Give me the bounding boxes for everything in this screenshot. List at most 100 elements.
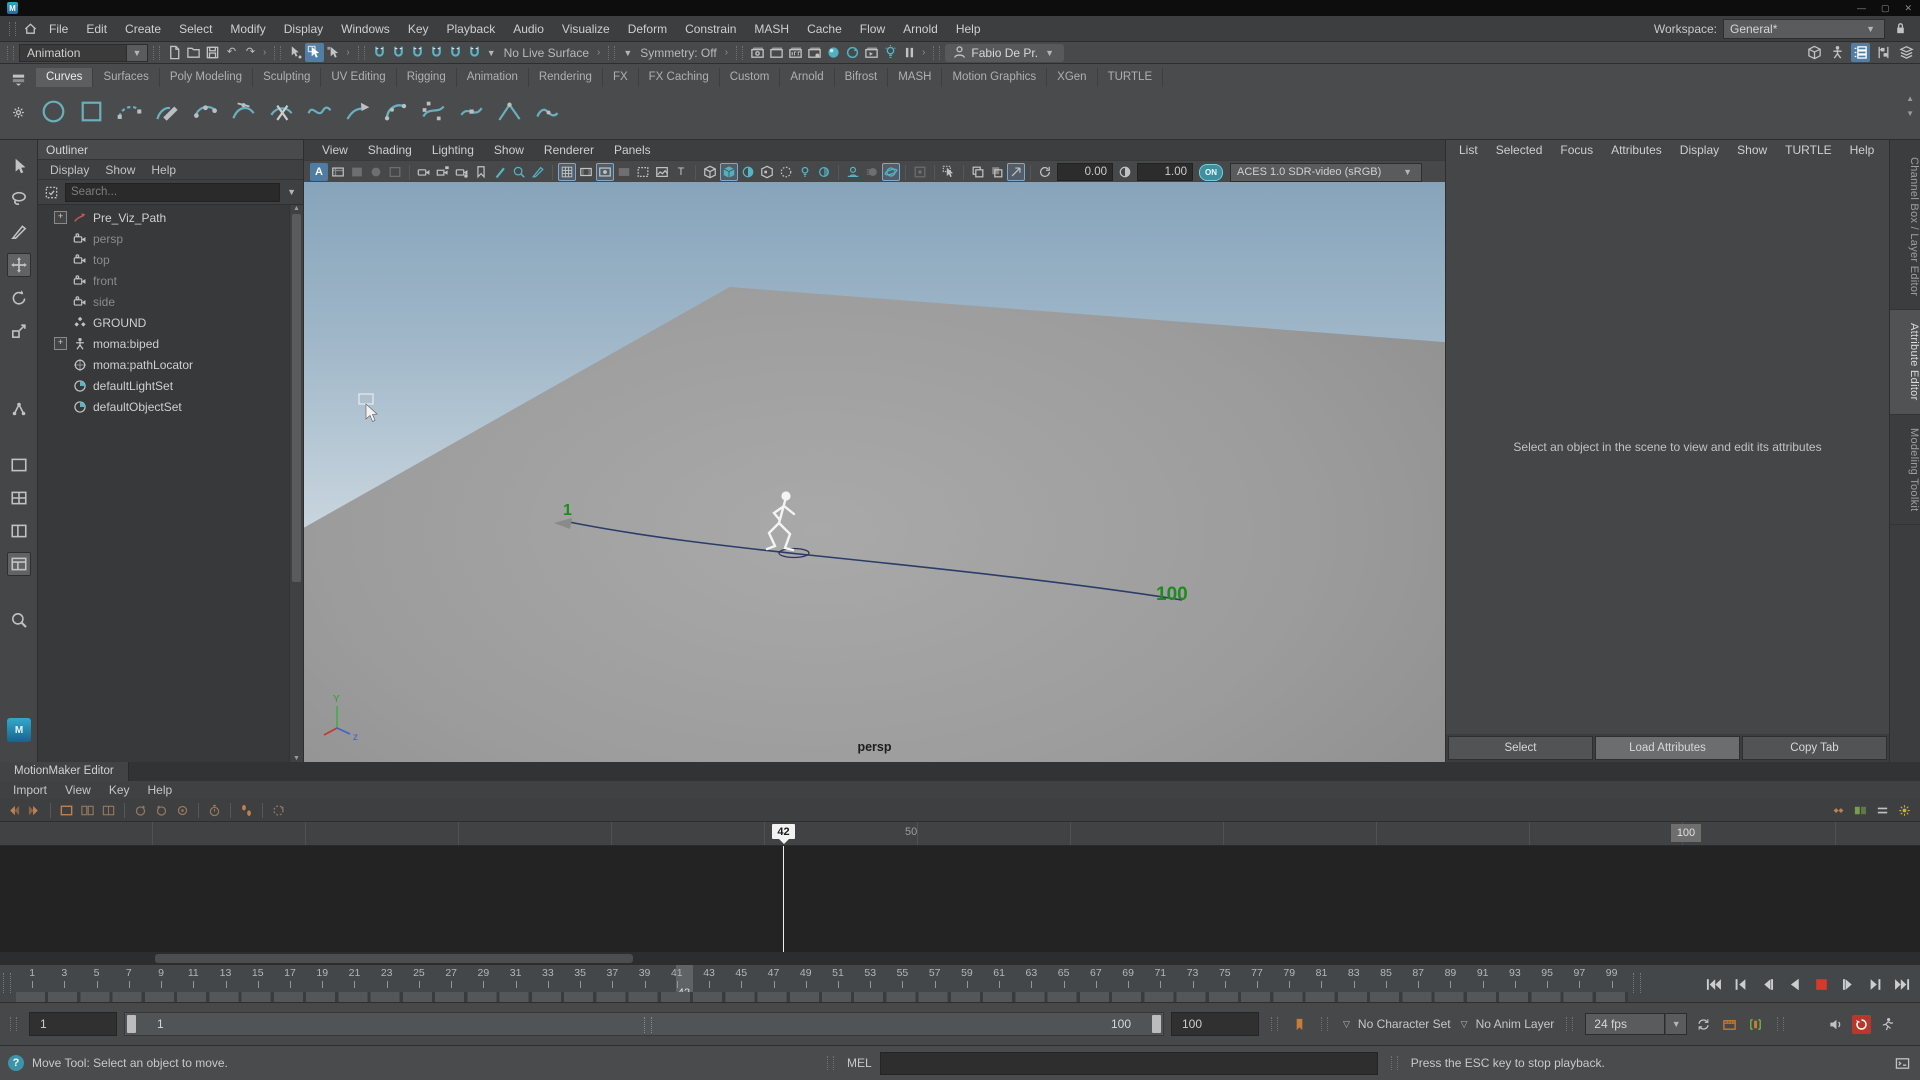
group-collapse-icon[interactable]: › [722, 47, 731, 58]
wireframe-cube-icon[interactable] [701, 163, 719, 181]
expand-toggle[interactable]: + [54, 211, 67, 224]
rangebar-grip[interactable] [1271, 1017, 1278, 1031]
layout-single-icon[interactable] [7, 453, 31, 477]
menu-item[interactable]: Edit [77, 18, 116, 40]
timeslider-grip[interactable] [3, 973, 11, 993]
statusbar-grip[interactable] [827, 1056, 834, 1070]
filter-icon[interactable] [42, 183, 61, 202]
gate-mask-icon[interactable] [615, 163, 633, 181]
layout-current-icon[interactable] [7, 552, 31, 576]
shelf-tab-menu-icon[interactable] [9, 70, 28, 89]
shelf-tab[interactable]: Rigging [397, 68, 457, 87]
lock-icon[interactable] [1891, 19, 1910, 38]
attribute-menu-item[interactable]: Display [1671, 140, 1728, 160]
pencil-curve-tool-icon[interactable] [150, 90, 184, 132]
gear-icon[interactable] [9, 103, 28, 122]
open-scene-icon[interactable] [184, 43, 203, 62]
mm-keys-icon[interactable] [1829, 801, 1848, 820]
zoom-region-icon[interactable] [510, 163, 528, 181]
resolution-gate-icon[interactable] [596, 163, 614, 181]
menu-item[interactable]: MASH [745, 18, 798, 40]
step-forward-frame-icon[interactable] [1835, 969, 1862, 999]
rangebar-grip[interactable] [10, 1017, 17, 1031]
fps-dropdown[interactable]: 24 fps ▼ [1585, 1013, 1687, 1035]
vp-inactive-box2-icon[interactable] [386, 163, 404, 181]
curve-arrow-icon[interactable] [340, 90, 374, 132]
playblast-icon[interactable] [1720, 1015, 1739, 1034]
image-tile-icon[interactable] [653, 163, 671, 181]
motion-blur-ball-icon[interactable] [863, 163, 881, 181]
new-scene-icon[interactable] [165, 43, 184, 62]
outliner-menu-item[interactable]: Help [143, 161, 184, 179]
toolbar-grip[interactable] [358, 46, 365, 60]
viewport-menu-item[interactable]: Shading [358, 140, 422, 160]
scale-tool-icon[interactable] [7, 319, 31, 343]
frame-double-icon[interactable] [78, 801, 97, 820]
modeling-toolkit-toggle-icon[interactable] [1805, 43, 1824, 62]
layout-split-icon[interactable] [7, 519, 31, 543]
motionmaker-tab[interactable]: MotionMaker Editor [0, 762, 129, 781]
stopwatch-icon[interactable] [205, 801, 224, 820]
toolbar-grip[interactable] [274, 46, 281, 60]
outliner-item[interactable]: front [38, 270, 290, 291]
range-start-handle[interactable] [127, 1015, 136, 1033]
timeslider-grip[interactable] [1633, 973, 1641, 993]
shelf-tab[interactable]: Surfaces [93, 68, 159, 87]
outliner-item[interactable]: defaultLightSet [38, 375, 290, 396]
bookmark-icon[interactable] [1290, 1015, 1309, 1034]
dot-ball-icon[interactable] [777, 163, 795, 181]
close-button[interactable]: ✕ [1904, 3, 1912, 14]
shelf-tab[interactable]: FX Caching [639, 68, 720, 87]
hypershade-icon[interactable] [824, 43, 843, 62]
group-collapse-icon[interactable]: › [594, 47, 603, 58]
path-orbit-icon[interactable] [269, 801, 288, 820]
shadows-ball-icon[interactable] [815, 163, 833, 181]
outliner-scrollbar[interactable]: ▲ ▼ [289, 205, 303, 762]
half-ball-icon[interactable] [739, 163, 757, 181]
menu-item[interactable]: Cache [798, 18, 851, 40]
animation-start-field[interactable]: 1 [29, 1012, 117, 1036]
curve-cut-icon[interactable] [264, 90, 298, 132]
pause-viewport-icon[interactable] [900, 43, 919, 62]
nurbs-square-icon[interactable] [74, 90, 108, 132]
mm-settings-icon[interactable] [1895, 801, 1914, 820]
stop-playback-button-icon[interactable] [1808, 969, 1835, 999]
shelf-scroll-down-icon[interactable]: ▼ [1906, 109, 1914, 118]
menu-item[interactable]: Deform [619, 18, 676, 40]
use-all-lights-icon[interactable] [796, 163, 814, 181]
channel-box-toggle-icon[interactable] [1897, 43, 1916, 62]
footsteps-icon[interactable] [237, 801, 256, 820]
range-end-handle[interactable] [1152, 1015, 1161, 1033]
scroll-down-icon[interactable]: ▼ [293, 755, 300, 762]
nurbs-circle-icon[interactable] [36, 90, 70, 132]
expand-toggle[interactable]: + [54, 337, 67, 350]
smooth-shade-cube-icon[interactable] [720, 163, 738, 181]
menu-set-dropdown[interactable]: Animation ▼ [19, 44, 148, 62]
outliner-item[interactable]: side [38, 291, 290, 312]
motionmaker-menu-item[interactable]: Key [100, 781, 139, 799]
set-key-pencil-icon[interactable] [491, 163, 509, 181]
snap-to-view-plane-icon[interactable] [446, 43, 465, 62]
motion-path-curve[interactable] [554, 518, 1182, 600]
grid-toggle-icon[interactable] [558, 163, 576, 181]
viewport-menu-item[interactable]: View [312, 140, 358, 160]
isolate-select-icon[interactable] [911, 163, 929, 181]
step-back-frame-icon[interactable] [1754, 969, 1781, 999]
scrollbar-thumb[interactable] [155, 954, 633, 963]
rotate-tool-icon[interactable] [7, 286, 31, 310]
outliner-item[interactable]: GROUND [38, 312, 290, 333]
attribute-menu-item[interactable]: TURTLE [1776, 140, 1840, 160]
curve-smooth-icon[interactable] [302, 90, 336, 132]
animation-end-field[interactable]: 100 [1171, 1012, 1259, 1036]
dashed-select-icon[interactable] [940, 163, 958, 181]
motionmaker-menu-item[interactable]: View [56, 781, 100, 799]
contrast-icon[interactable] [1116, 163, 1134, 181]
curve-angle-icon[interactable] [492, 90, 526, 132]
shelf-tab[interactable]: Animation [457, 68, 529, 87]
shelf-scroll-up-icon[interactable]: ▲ [1906, 94, 1914, 103]
bookmark-view-icon[interactable] [472, 163, 490, 181]
shelf-tab[interactable]: Bifrost [835, 68, 889, 87]
attribute-editor-button[interactable]: Select [1448, 736, 1593, 760]
scroll-up-icon[interactable]: ▲ [293, 205, 300, 212]
retime-a-icon[interactable] [131, 801, 150, 820]
